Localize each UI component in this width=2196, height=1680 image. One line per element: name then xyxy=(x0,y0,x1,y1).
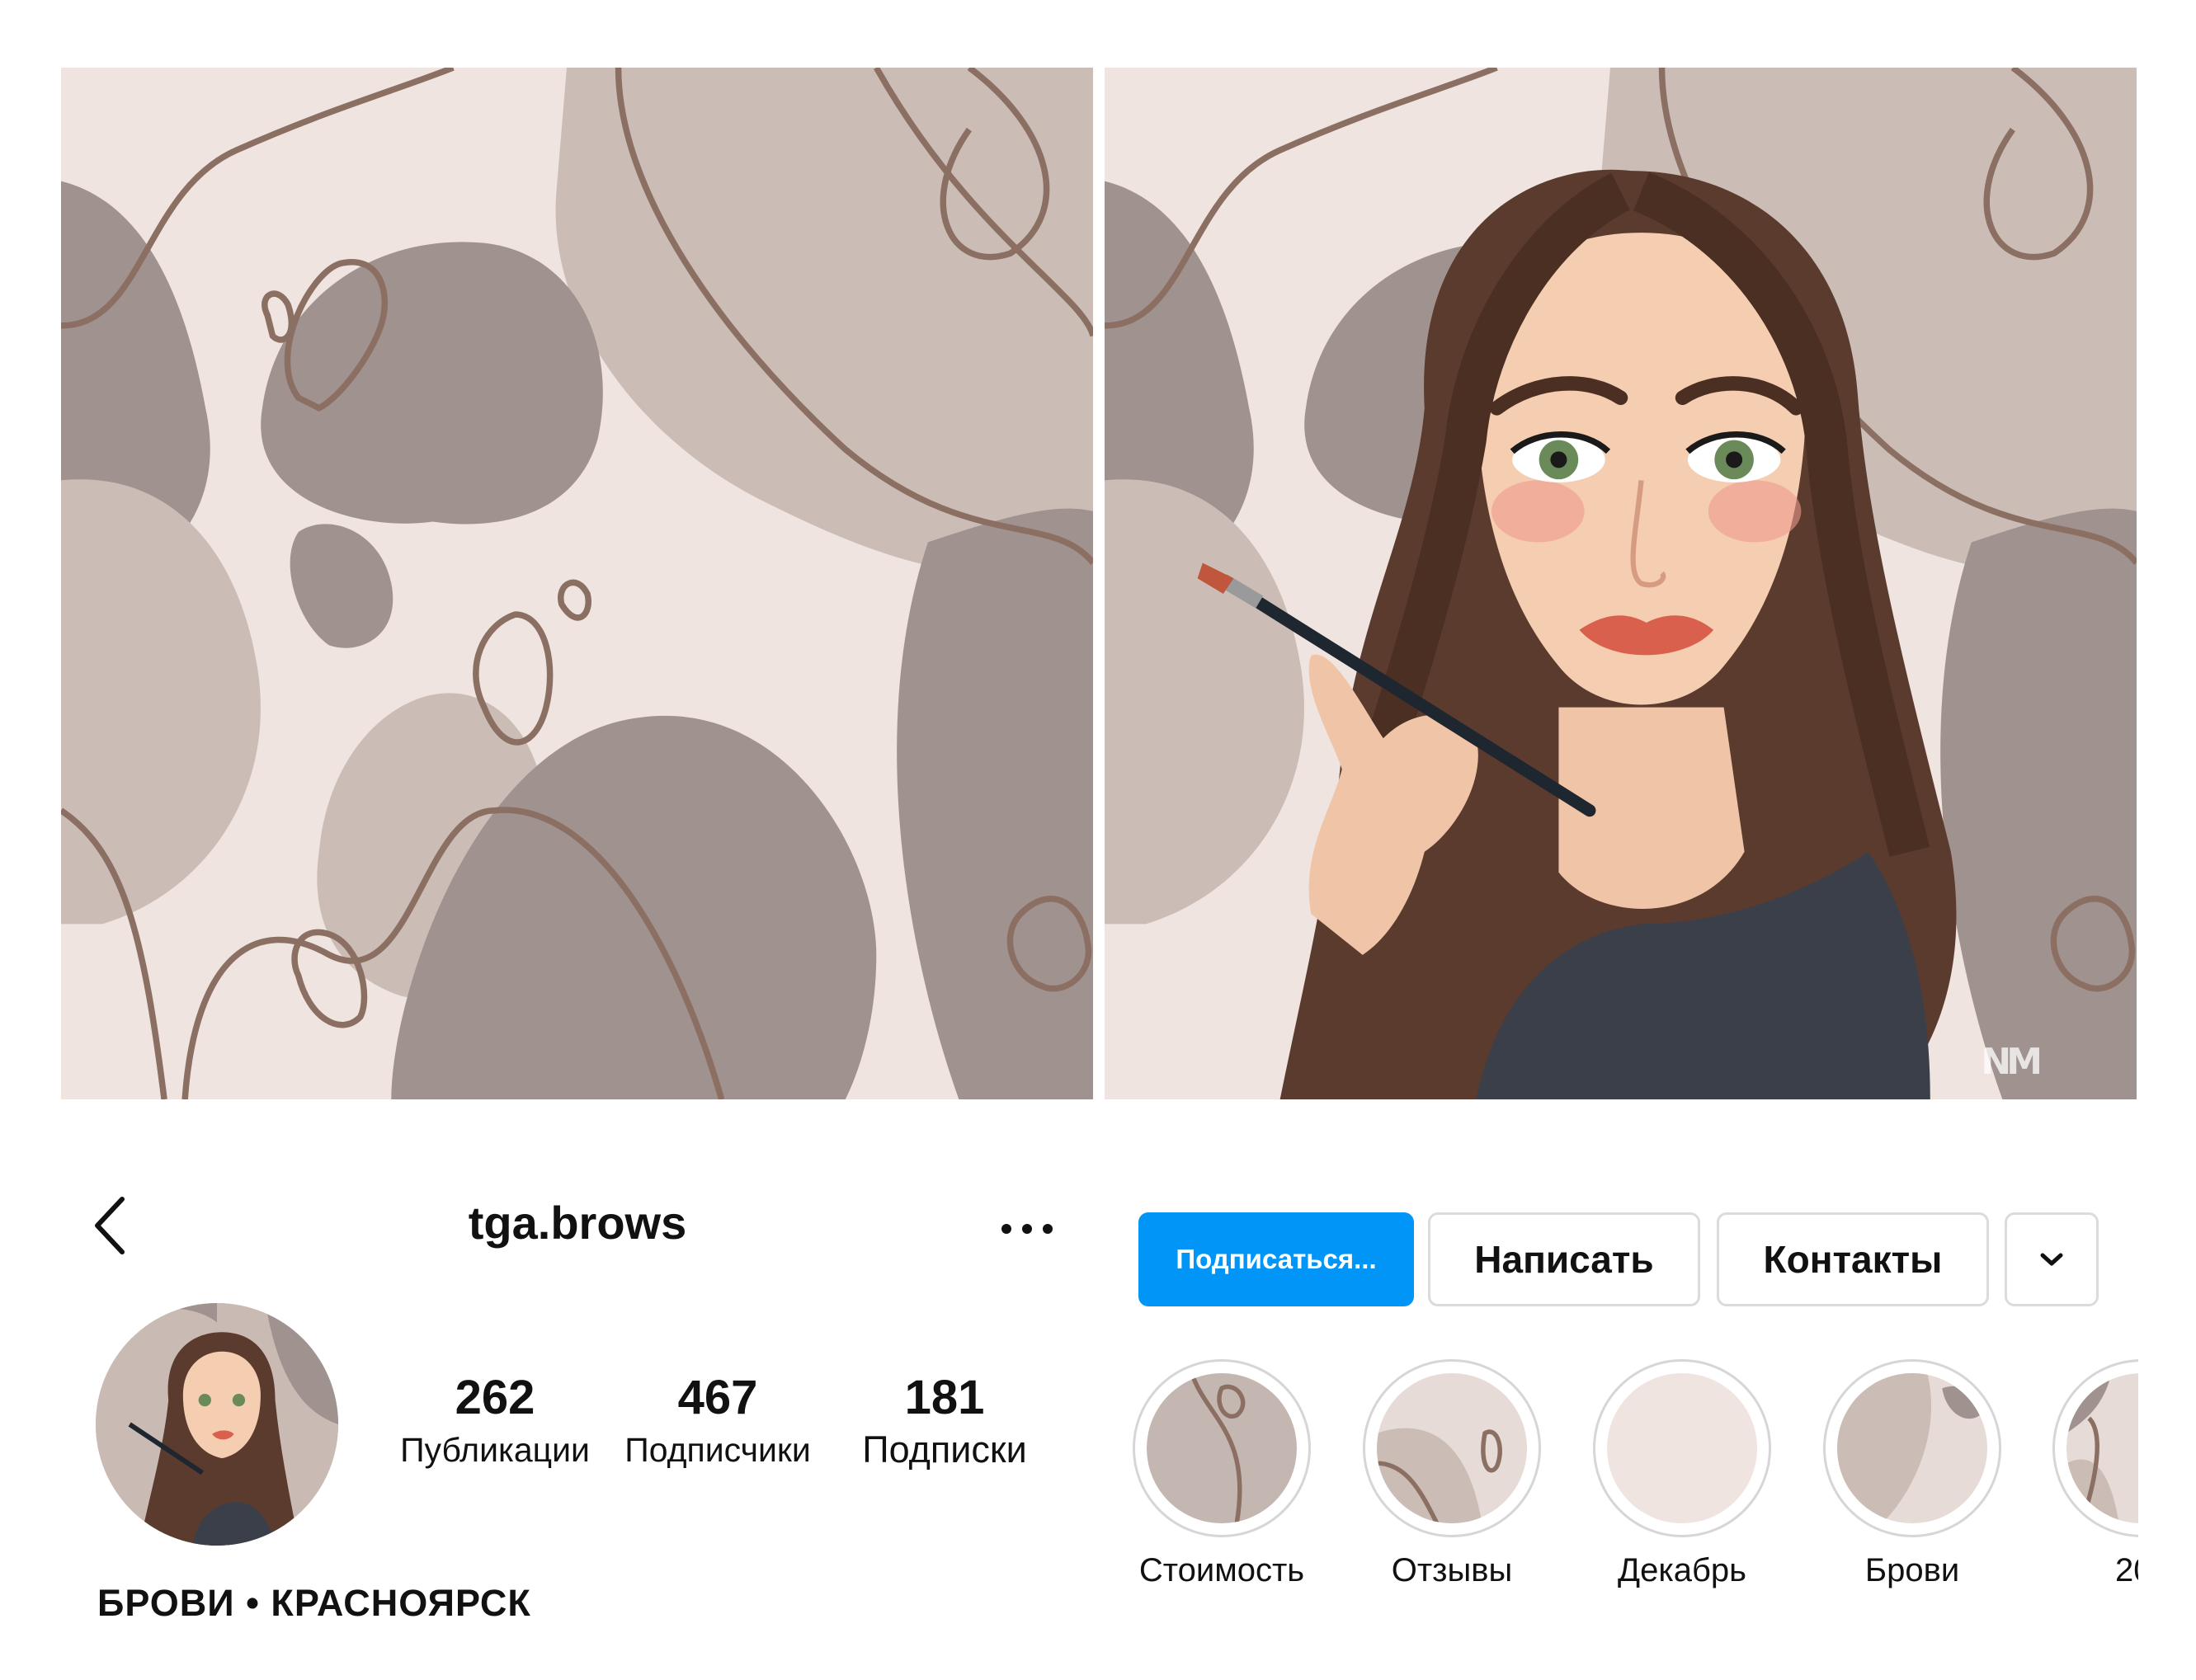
artist-signature: NM xyxy=(1981,1041,2043,1083)
abstract-artwork-post[interactable] xyxy=(61,68,1093,1099)
profile-avatar[interactable] xyxy=(96,1303,338,1546)
highlight-item[interactable]: Брови xyxy=(1797,1359,2028,1589)
profile-username: tga.brows xyxy=(468,1197,687,1249)
highlight-item[interactable]: Стоимость xyxy=(1106,1359,1337,1589)
abstract-blobs-graphic xyxy=(61,68,1093,1099)
following-count: 181 xyxy=(904,1371,985,1424)
highlight-label: 20 xyxy=(2115,1552,2138,1588)
message-button[interactable]: Написать xyxy=(1428,1212,1700,1306)
highlight-label: Отзывы xyxy=(1391,1552,1513,1588)
instagram-profile-collage: NM tga.brows 262 Публикации 467 Подписчи… xyxy=(0,0,2196,1680)
highlight-ring xyxy=(1823,1359,2001,1537)
highlight-cover-graphic xyxy=(2066,1373,2138,1523)
follow-button[interactable]: Подписаться... xyxy=(1138,1212,1414,1306)
highlight-cover-graphic xyxy=(1147,1373,1297,1523)
contacts-button[interactable]: Контакты xyxy=(1717,1212,1989,1306)
highlight-label: Брови xyxy=(1864,1552,1960,1588)
stat-posts[interactable]: 262 Публикации xyxy=(388,1371,602,1475)
highlight-item[interactable]: 20 xyxy=(2023,1359,2138,1589)
posts-label: Публикации xyxy=(400,1431,590,1469)
highlight-item[interactable]: Декабрь xyxy=(1567,1359,1798,1589)
highlight-ring xyxy=(1593,1359,1771,1537)
highlight-ring xyxy=(2052,1359,2138,1537)
highlight-item[interactable]: Отзывы xyxy=(1336,1359,1567,1589)
highlight-cover-graphic xyxy=(1377,1373,1527,1523)
highlight-cover-graphic xyxy=(1607,1373,1757,1523)
followers-label: Подписчики xyxy=(624,1431,811,1469)
chevron-down-icon xyxy=(2040,1253,2063,1266)
highlight-ring xyxy=(1133,1359,1311,1537)
profile-bio: БРОВИ • КРАСНОЯРСК xyxy=(97,1582,531,1624)
highlight-label: Декабрь xyxy=(1618,1552,1746,1588)
highlight-cover-graphic xyxy=(1837,1373,1987,1523)
back-chevron-icon[interactable] xyxy=(86,1194,135,1257)
highlight-scroll-edge xyxy=(2138,1336,2196,1600)
stat-following[interactable]: 181 Подписки xyxy=(833,1371,1056,1475)
following-label: Подписки xyxy=(862,1428,1027,1471)
followers-count: 467 xyxy=(677,1371,758,1424)
avatar-portrait-graphic xyxy=(96,1303,338,1546)
highlight-label: Стоимость xyxy=(1138,1552,1305,1588)
stat-followers[interactable]: 467 Подписчики xyxy=(610,1371,825,1475)
highlight-ring xyxy=(1363,1359,1541,1537)
suggested-dropdown-button[interactable] xyxy=(2005,1212,2099,1306)
portrait-artwork-post[interactable]: NM xyxy=(1105,68,2137,1099)
posts-count: 262 xyxy=(455,1371,535,1424)
more-horizontal-icon[interactable] xyxy=(998,1212,1056,1245)
illustrated-portrait-graphic xyxy=(1105,68,2137,1099)
